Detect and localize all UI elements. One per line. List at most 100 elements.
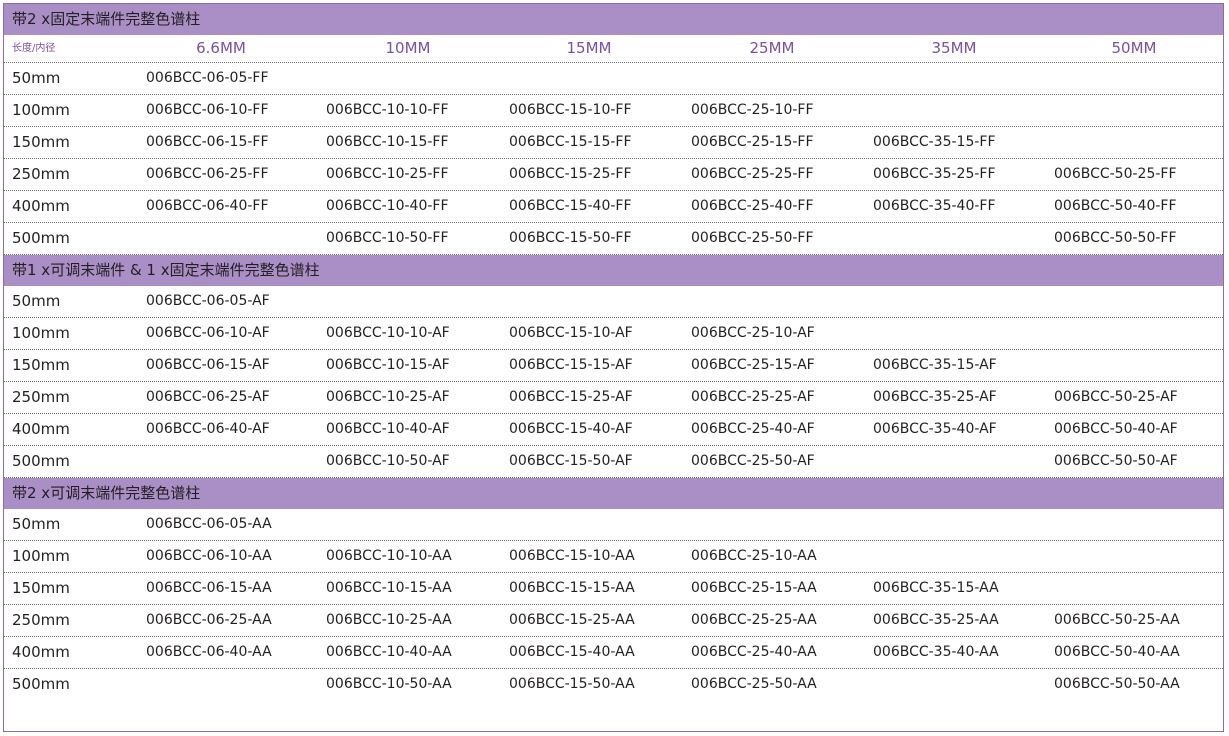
row-length-label: 500mm	[12, 229, 70, 247]
part-number-cell: 006BCC-10-50-AF	[326, 453, 450, 469]
part-number-cell: 006BCC-50-50-AA	[1054, 676, 1180, 692]
part-number-cell: 006BCC-35-40-AF	[873, 421, 997, 437]
section-title: 带2 x可调末端件完整色谱柱	[12, 484, 201, 502]
part-number-cell: 006BCC-50-50-FF	[1054, 230, 1177, 246]
part-number-cell: 006BCC-10-10-AA	[326, 548, 452, 564]
column-header-50mm: 50MM	[1111, 39, 1157, 57]
table-row: 50mm 006BCC-06-05-FF	[4, 63, 1223, 95]
part-number-cell: 006BCC-25-25-FF	[691, 166, 814, 182]
part-number-cell: 006BCC-15-15-FF	[509, 134, 632, 150]
part-number-cell: 006BCC-06-10-FF	[146, 102, 269, 118]
part-number-cell: 006BCC-35-25-AF	[873, 389, 997, 405]
table-row: 250mm 006BCC-06-25-FF 006BCC-10-25-FF 006BC…	[4, 159, 1223, 191]
part-number-cell: 006BCC-06-25-AA	[146, 612, 272, 628]
section-title: 带2 x固定末端件完整色谱柱	[12, 10, 201, 28]
part-number-cell: 006BCC-50-40-AF	[1054, 421, 1178, 437]
part-number-cell: 006BCC-50-25-FF	[1054, 166, 1177, 182]
part-number-cell: 006BCC-06-10-AF	[146, 325, 270, 341]
part-number-cell: 006BCC-15-10-AA	[509, 548, 635, 564]
table-row: 250mm 006BCC-06-25-AF 006BCC-10-25-AF 006BC…	[4, 382, 1223, 414]
row-length-label: 250mm	[12, 388, 70, 406]
part-number-cell: 006BCC-06-05-FF	[146, 70, 269, 86]
row-length-label: 150mm	[12, 133, 70, 151]
part-number-cell: 006BCC-10-15-AF	[326, 357, 450, 373]
part-number-cell: 006BCC-15-40-AA	[509, 644, 635, 660]
part-number-cell: 006BCC-15-15-AF	[509, 357, 633, 373]
part-number-cell: 006BCC-10-10-FF	[326, 102, 449, 118]
column-header-15mm: 15MM	[566, 39, 612, 57]
part-number-cell: 006BCC-15-50-AF	[509, 453, 633, 469]
part-number-cell: 006BCC-06-40-AA	[146, 644, 272, 660]
part-number-cell: 006BCC-06-05-AA	[146, 516, 272, 532]
part-number-cell: 006BCC-10-25-AF	[326, 389, 450, 405]
part-number-cell: 006BCC-15-25-AF	[509, 389, 633, 405]
part-number-cell: 006BCC-10-40-AF	[326, 421, 450, 437]
part-number-cell: 006BCC-15-25-AA	[509, 612, 635, 628]
section-banner-2: 带1 x可调末端件 & 1 x固定末端件完整色谱柱	[4, 255, 1223, 286]
part-number-cell: 006BCC-06-10-AA	[146, 548, 272, 564]
part-number-cell: 006BCC-50-50-AF	[1054, 453, 1178, 469]
table-row: 50mm 006BCC-06-05-AF	[4, 286, 1223, 318]
part-number-cell: 006BCC-25-40-AA	[691, 644, 817, 660]
part-number-cell: 006BCC-06-15-FF	[146, 134, 269, 150]
table-row: 500mm 006BCC-10-50-AF 006BCC-15-50-AF 006BC…	[4, 446, 1223, 478]
column-header-6-6mm: 6.6MM	[196, 39, 246, 57]
row-length-label: 150mm	[12, 579, 70, 597]
part-number-cell: 006BCC-25-10-AA	[691, 548, 817, 564]
row-length-label: 500mm	[12, 452, 70, 470]
column-catalog-table: 带2 x固定末端件完整色谱柱 长度/内径 6.6MM 10MM 15MM 25M…	[3, 3, 1224, 732]
table-row: 100mm 006BCC-06-10-AF 006BCC-10-10-AF 006BC…	[4, 318, 1223, 350]
column-header-10mm: 10MM	[385, 39, 431, 57]
row-length-label: 250mm	[12, 611, 70, 629]
table-row: 100mm 006BCC-06-10-AA 006BCC-10-10-AA 006BC…	[4, 541, 1223, 573]
table-row: 150mm 006BCC-06-15-FF 006BCC-10-15-FF 006BC…	[4, 127, 1223, 159]
table-row: 150mm 006BCC-06-15-AA 006BCC-10-15-AA 006BC…	[4, 573, 1223, 605]
table-row: 400mm 006BCC-06-40-FF 006BCC-10-40-FF 006BC…	[4, 191, 1223, 223]
row-length-label: 250mm	[12, 165, 70, 183]
section-rows-3: 50mm 006BCC-06-05-AA 100mm 006BCC-06-10-AA 0…	[4, 509, 1223, 701]
part-number-cell: 006BCC-06-40-AF	[146, 421, 270, 437]
part-number-cell: 006BCC-35-15-FF	[873, 134, 996, 150]
row-length-label: 400mm	[12, 643, 70, 661]
part-number-cell: 006BCC-25-50-AA	[691, 676, 817, 692]
part-number-cell: 006BCC-35-40-FF	[873, 198, 996, 214]
column-header-row: 长度/内径 6.6MM 10MM 15MM 25MM 35MM 50MM	[4, 35, 1223, 63]
row-length-label: 50mm	[12, 292, 61, 310]
part-number-cell: 006BCC-10-15-AA	[326, 580, 452, 596]
part-number-cell: 006BCC-25-10-AF	[691, 325, 815, 341]
part-number-cell: 006BCC-15-25-FF	[509, 166, 632, 182]
part-number-cell: 006BCC-50-40-AA	[1054, 644, 1180, 660]
part-number-cell: 006BCC-10-50-AA	[326, 676, 452, 692]
row-length-label: 50mm	[12, 515, 61, 533]
part-number-cell: 006BCC-15-50-AA	[509, 676, 635, 692]
part-number-cell: 006BCC-10-15-FF	[326, 134, 449, 150]
part-number-cell: 006BCC-10-40-AA	[326, 644, 452, 660]
part-number-cell: 006BCC-25-25-AF	[691, 389, 815, 405]
section-title: 带1 x可调末端件 & 1 x固定末端件完整色谱柱	[12, 261, 320, 279]
part-number-cell: 006BCC-25-25-AA	[691, 612, 817, 628]
part-number-cell: 006BCC-50-25-AA	[1054, 612, 1180, 628]
part-number-cell: 006BCC-10-50-FF	[326, 230, 449, 246]
table-row: 100mm 006BCC-06-10-FF 006BCC-10-10-FF 006BC…	[4, 95, 1223, 127]
part-number-cell: 006BCC-35-15-AF	[873, 357, 997, 373]
part-number-cell: 006BCC-35-25-AA	[873, 612, 999, 628]
part-number-cell: 006BCC-25-15-AA	[691, 580, 817, 596]
part-number-cell: 006BCC-25-10-FF	[691, 102, 814, 118]
table-row: 500mm 006BCC-10-50-FF 006BCC-15-50-FF 006BC…	[4, 223, 1223, 255]
part-number-cell: 006BCC-06-15-AA	[146, 580, 272, 596]
row-length-label: 100mm	[12, 547, 70, 565]
part-number-cell: 006BCC-25-40-FF	[691, 198, 814, 214]
table-row: 250mm 006BCC-06-25-AA 006BCC-10-25-AA 006BC…	[4, 605, 1223, 637]
row-length-label: 500mm	[12, 675, 70, 693]
part-number-cell: 006BCC-25-15-FF	[691, 134, 814, 150]
table-row: 500mm 006BCC-10-50-AA 006BCC-15-50-AA 006BC…	[4, 669, 1223, 701]
part-number-cell: 006BCC-15-40-AF	[509, 421, 633, 437]
part-number-cell: 006BCC-35-25-FF	[873, 166, 996, 182]
part-number-cell: 006BCC-25-40-AF	[691, 421, 815, 437]
table-row: 400mm 006BCC-06-40-AA 006BCC-10-40-AA 006BC…	[4, 637, 1223, 669]
part-number-cell: 006BCC-06-25-AF	[146, 389, 270, 405]
section-rows-1: 50mm 006BCC-06-05-FF 100mm 006BCC-06-10-FF 0…	[4, 63, 1223, 255]
part-number-cell: 006BCC-15-10-FF	[509, 102, 632, 118]
part-number-cell: 006BCC-10-25-AA	[326, 612, 452, 628]
part-number-cell: 006BCC-15-10-AF	[509, 325, 633, 341]
